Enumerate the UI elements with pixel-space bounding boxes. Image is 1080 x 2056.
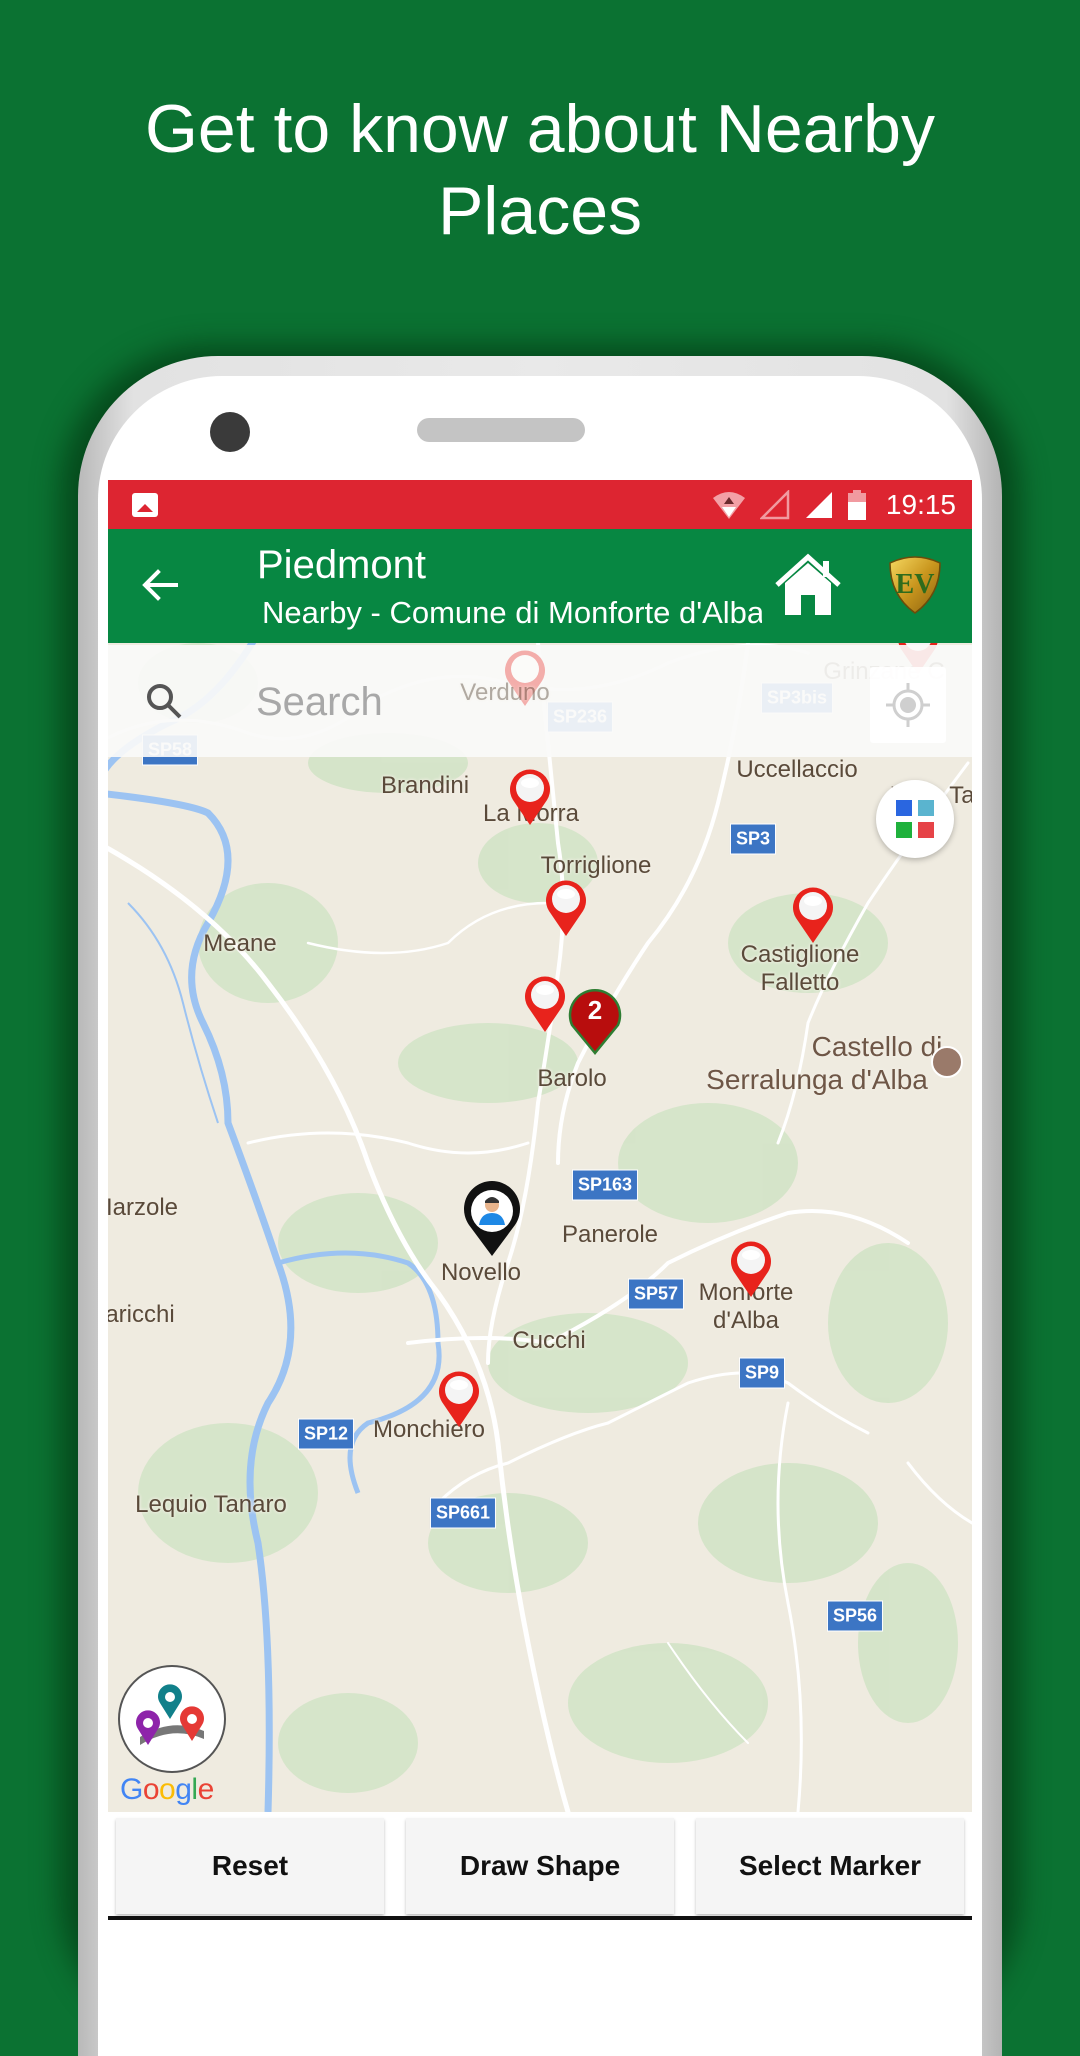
promo-headline: Get to know about Nearby Places (0, 88, 1080, 252)
road-shield: SP3 (729, 823, 777, 855)
home-icon[interactable] (773, 551, 843, 617)
road-shield: SP661 (429, 1497, 497, 1529)
svg-text:EV: EV (896, 569, 935, 600)
status-icons: 19:15 (712, 480, 956, 529)
place-label: Novello (440, 1259, 522, 1286)
castle-poi-icon[interactable] (931, 1046, 963, 1078)
headline-line-1: Get to know about Nearby (144, 91, 935, 167)
select-marker-button[interactable]: Select Marker (696, 1818, 964, 1914)
my-location-button[interactable] (870, 667, 946, 743)
status-time: 19:15 (885, 488, 956, 520)
search-input[interactable] (254, 673, 658, 731)
reset-button[interactable]: Reset (116, 1818, 384, 1914)
user-location-marker[interactable] (461, 1181, 523, 1257)
place-label: Cucchi (512, 1327, 586, 1354)
map-type-button[interactable] (876, 780, 954, 858)
screen-bottom-edge (108, 1916, 972, 1920)
place-label: Torriglione (540, 852, 652, 879)
place-label: Falletto (760, 969, 840, 996)
cluster-count: 2 (587, 995, 603, 1025)
place-label: Barolo (537, 1065, 607, 1092)
signal-full-icon (805, 491, 832, 518)
status-bar: 19:15 (108, 480, 972, 529)
road-shield: SP12 (297, 1418, 355, 1450)
app-subtitle: Nearby - Comune di Monforte d'Alba (262, 595, 762, 630)
phone-camera (210, 412, 250, 452)
cluster-marker[interactable]: 2 (566, 985, 624, 1055)
draw-shape-button[interactable]: Draw Shape (406, 1818, 674, 1914)
ev-logo[interactable]: EV (886, 553, 944, 615)
grid-square-icon (918, 822, 934, 838)
place-marker[interactable] (728, 1238, 774, 1298)
place-marker[interactable] (507, 766, 553, 826)
grid-square-icon (918, 800, 934, 816)
place-marker[interactable] (543, 877, 589, 937)
map-pins-logo-icon (136, 1684, 204, 1745)
wifi-icon (712, 491, 745, 519)
phone-screen: 19:15 Piedmont Nearby - Comune di Monfor… (108, 480, 972, 1920)
search-bar: Verduno (108, 645, 972, 757)
back-arrow-icon[interactable] (136, 561, 184, 609)
search-icon[interactable] (144, 681, 184, 721)
gallery-icon (132, 493, 158, 517)
place-label: Meane (203, 930, 277, 957)
grid-square-icon (896, 822, 912, 838)
app-title: Piedmont (257, 543, 426, 587)
place-marker[interactable] (436, 1368, 482, 1428)
app-bar: Piedmont Nearby - Comune di Monforte d'A… (108, 529, 972, 643)
map-view[interactable]: SP58 SP236 SP3bis SP3 SP163 SP57 SP9 SP1… (108, 643, 972, 1812)
place-label: aricchi (108, 1301, 175, 1328)
signal-empty-icon (759, 489, 790, 519)
road-shield: SP56 (826, 1600, 884, 1632)
road-shield: SP163 (571, 1169, 639, 1201)
place-label: Iarzole (108, 1194, 179, 1221)
app-logo-button[interactable] (118, 1665, 226, 1773)
road-shield: SP57 (627, 1278, 685, 1310)
grid-square-icon (896, 800, 912, 816)
battery-icon (847, 489, 866, 520)
place-label: Uccellaccio (736, 756, 858, 783)
place-label: Serralunga d'Alba (706, 1064, 928, 1095)
crosshair-icon (886, 683, 930, 727)
place-label: Castiglione (740, 941, 860, 968)
place-label: Lequio Tanaro (135, 1491, 287, 1518)
place-label: d'Alba (713, 1307, 779, 1334)
google-attribution: Google (120, 1773, 214, 1806)
road-shield: SP9 (738, 1357, 786, 1389)
place-label: Panerole (561, 1221, 659, 1248)
place-marker[interactable] (790, 884, 836, 944)
bottom-action-bar: Reset Draw Shape Select Marker (108, 1812, 972, 1920)
headline-line-2: Places (437, 173, 643, 249)
phone-speaker (417, 418, 585, 442)
place-label: Brandini (380, 772, 470, 799)
place-marker[interactable] (522, 973, 568, 1033)
place-label: Castello di (811, 1031, 943, 1062)
